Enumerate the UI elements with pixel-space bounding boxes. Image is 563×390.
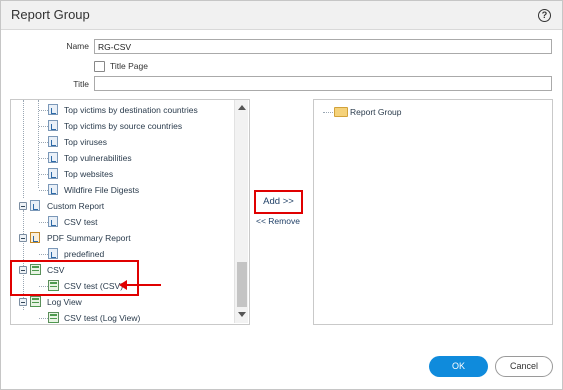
pdf-report-icon bbox=[48, 248, 58, 259]
tree-item-top-vulnerabilities[interactable]: Top vulnerabilities bbox=[48, 151, 233, 165]
tree-guide-line bbox=[323, 112, 333, 113]
tree-item-label: Top victims by destination countries bbox=[64, 105, 198, 115]
folder-icon bbox=[334, 107, 348, 117]
report-icon bbox=[48, 120, 58, 131]
collapse-icon[interactable] bbox=[19, 298, 27, 306]
title-label: Title bbox=[73, 79, 89, 89]
title-page-label: Title Page bbox=[110, 61, 148, 71]
tree-item-label: CSV test (Log View) bbox=[64, 313, 141, 323]
scroll-down-icon[interactable] bbox=[238, 312, 246, 317]
tree-item-csv-test[interactable]: CSV test bbox=[48, 215, 233, 229]
tree-item-top-viruses[interactable]: Top viruses bbox=[48, 135, 233, 149]
tree-guide-line bbox=[39, 254, 48, 255]
report-icon bbox=[48, 168, 58, 179]
remove-button[interactable]: << Remove bbox=[256, 215, 308, 228]
tree-item-top-victims-source[interactable]: Top victims by source countries bbox=[48, 119, 233, 133]
tree-guide-line bbox=[39, 190, 48, 191]
tree-item-label: Top victims by source countries bbox=[64, 121, 183, 131]
tree-item-label: Custom Report bbox=[47, 201, 105, 211]
name-label: Name bbox=[66, 41, 89, 51]
report-icon bbox=[48, 184, 58, 195]
highlight-arrow bbox=[125, 284, 161, 286]
tree-item-top-victims-destination[interactable]: Top victims by destination countries bbox=[48, 103, 233, 117]
tree-item-label: Top websites bbox=[64, 169, 114, 179]
tree-folder-pdf-summary-report[interactable]: PDF Summary Report bbox=[30, 231, 230, 245]
tree-item-wildfire-file-digests[interactable]: Wildfire File Digests bbox=[48, 183, 233, 197]
tree-scrollbar[interactable] bbox=[234, 100, 248, 323]
collapse-icon[interactable] bbox=[19, 202, 27, 210]
name-input[interactable] bbox=[94, 39, 552, 54]
tree-guide-line bbox=[39, 174, 48, 175]
custom-report-folder-icon bbox=[30, 200, 40, 211]
tree-item-label: Wildfire File Digests bbox=[64, 185, 140, 195]
collapse-icon[interactable] bbox=[19, 234, 27, 242]
report-group-dialog: Report Group ? Name Title Page Title Top… bbox=[0, 0, 563, 390]
tree-item-label: CSV test bbox=[64, 217, 98, 227]
tree-folder-log-view[interactable]: Log View bbox=[30, 295, 230, 309]
title-page-checkbox[interactable] bbox=[94, 61, 105, 72]
add-button[interactable]: Add >> bbox=[256, 191, 301, 213]
tree-item-label: PDF Summary Report bbox=[47, 233, 131, 243]
dialog-title: Report Group bbox=[11, 7, 90, 22]
highlight-box-csv bbox=[10, 260, 139, 296]
tree-item-predefined[interactable]: predefined bbox=[48, 247, 233, 261]
dialog-titlebar: Report Group ? bbox=[1, 1, 562, 30]
tree-guide-line bbox=[39, 110, 48, 111]
tree-guide-line bbox=[39, 318, 48, 319]
scroll-thumb[interactable] bbox=[237, 262, 247, 307]
report-group-tree[interactable]: Report Group bbox=[313, 99, 553, 325]
help-icon[interactable]: ? bbox=[538, 9, 551, 22]
tree-folder-custom-report[interactable]: Custom Report bbox=[30, 199, 230, 213]
log-view-folder-icon bbox=[30, 296, 41, 307]
tree-guide-line bbox=[39, 126, 48, 127]
tree-item-label: Top vulnerabilities bbox=[64, 153, 132, 163]
tree-guide-line bbox=[39, 142, 48, 143]
scroll-up-icon[interactable] bbox=[238, 105, 246, 110]
pdf-summary-folder-icon bbox=[30, 232, 40, 243]
report-icon bbox=[48, 216, 58, 227]
report-icon bbox=[48, 152, 58, 163]
report-icon bbox=[48, 104, 58, 115]
cancel-button[interactable]: Cancel bbox=[495, 356, 553, 377]
highlight-arrow-head-icon bbox=[119, 280, 127, 290]
csv-report-icon bbox=[48, 312, 59, 323]
tree-item-label: predefined bbox=[64, 249, 105, 259]
tree-item-csv-test-log-view[interactable]: CSV test (Log View) bbox=[48, 311, 233, 324]
tree-root-report-group[interactable]: Report Group bbox=[334, 105, 534, 119]
tree-item-label: Log View bbox=[47, 297, 82, 307]
tree-guide-line bbox=[39, 158, 48, 159]
tree-item-label: Report Group bbox=[350, 107, 402, 117]
tree-guide-line bbox=[39, 222, 48, 223]
tree-guide-line bbox=[23, 100, 24, 198]
tree-item-label: Top viruses bbox=[64, 137, 107, 147]
title-input[interactable] bbox=[94, 76, 552, 91]
tree-item-top-websites[interactable]: Top websites bbox=[48, 167, 233, 181]
ok-button[interactable]: OK bbox=[429, 356, 488, 377]
report-icon bbox=[48, 136, 58, 147]
